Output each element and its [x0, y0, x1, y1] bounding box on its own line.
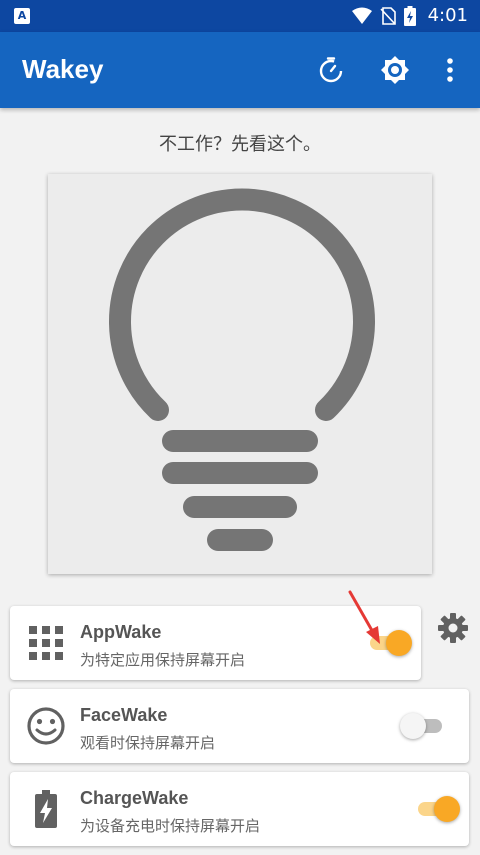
- chargewake-title: ChargeWake: [80, 788, 189, 808]
- status-icons: 4:01: [351, 5, 468, 26]
- more-vert-icon: [447, 58, 453, 82]
- facewake-subtitle: 观看时保持屏幕开启: [80, 734, 216, 752]
- troubleshoot-hint[interactable]: 不工作？先看这个。: [0, 130, 480, 156]
- facewake-title: FaceWake: [80, 705, 168, 725]
- battery-charging-icon: [403, 6, 416, 26]
- switch-thumb: [434, 796, 460, 822]
- app-notification-icon: A: [14, 8, 30, 24]
- app-title: Wakey: [22, 54, 104, 84]
- lightbulb-icon: [109, 188, 375, 551]
- wifi-icon: [351, 7, 372, 24]
- appwake-settings-button[interactable]: [437, 612, 469, 644]
- pointer-arrow-icon: [348, 590, 380, 644]
- facewake-card[interactable]: FaceWake 观看时保持屏幕开启: [10, 689, 469, 763]
- brightness-icon: [381, 56, 409, 84]
- facewake-switch[interactable]: [400, 713, 442, 739]
- face-icon: [26, 706, 66, 746]
- no-sim-icon: [379, 7, 396, 25]
- timer-button[interactable]: [315, 54, 347, 86]
- timer-icon: [319, 57, 343, 83]
- chargewake-card[interactable]: ChargeWake 为设备充电时保持屏幕开启: [10, 772, 469, 846]
- overflow-menu-button[interactable]: [434, 54, 466, 86]
- status-bar: A 4:01: [0, 0, 480, 32]
- main-wake-toggle[interactable]: [48, 174, 432, 574]
- chargewake-subtitle: 为设备充电时保持屏幕开启: [80, 817, 261, 835]
- switch-thumb: [386, 630, 412, 656]
- battery-charging-icon: [26, 789, 66, 829]
- chargewake-switch[interactable]: [418, 796, 460, 822]
- app-bar: Wakey: [0, 32, 480, 108]
- clock-time: 4:01: [427, 5, 468, 26]
- gear-icon: [438, 613, 468, 643]
- apps-grid-icon: [26, 623, 66, 663]
- switch-thumb: [400, 713, 426, 739]
- brightness-button[interactable]: [379, 54, 411, 86]
- appwake-title: AppWake: [80, 622, 162, 642]
- appwake-subtitle: 为特定应用保持屏幕开启: [80, 651, 246, 669]
